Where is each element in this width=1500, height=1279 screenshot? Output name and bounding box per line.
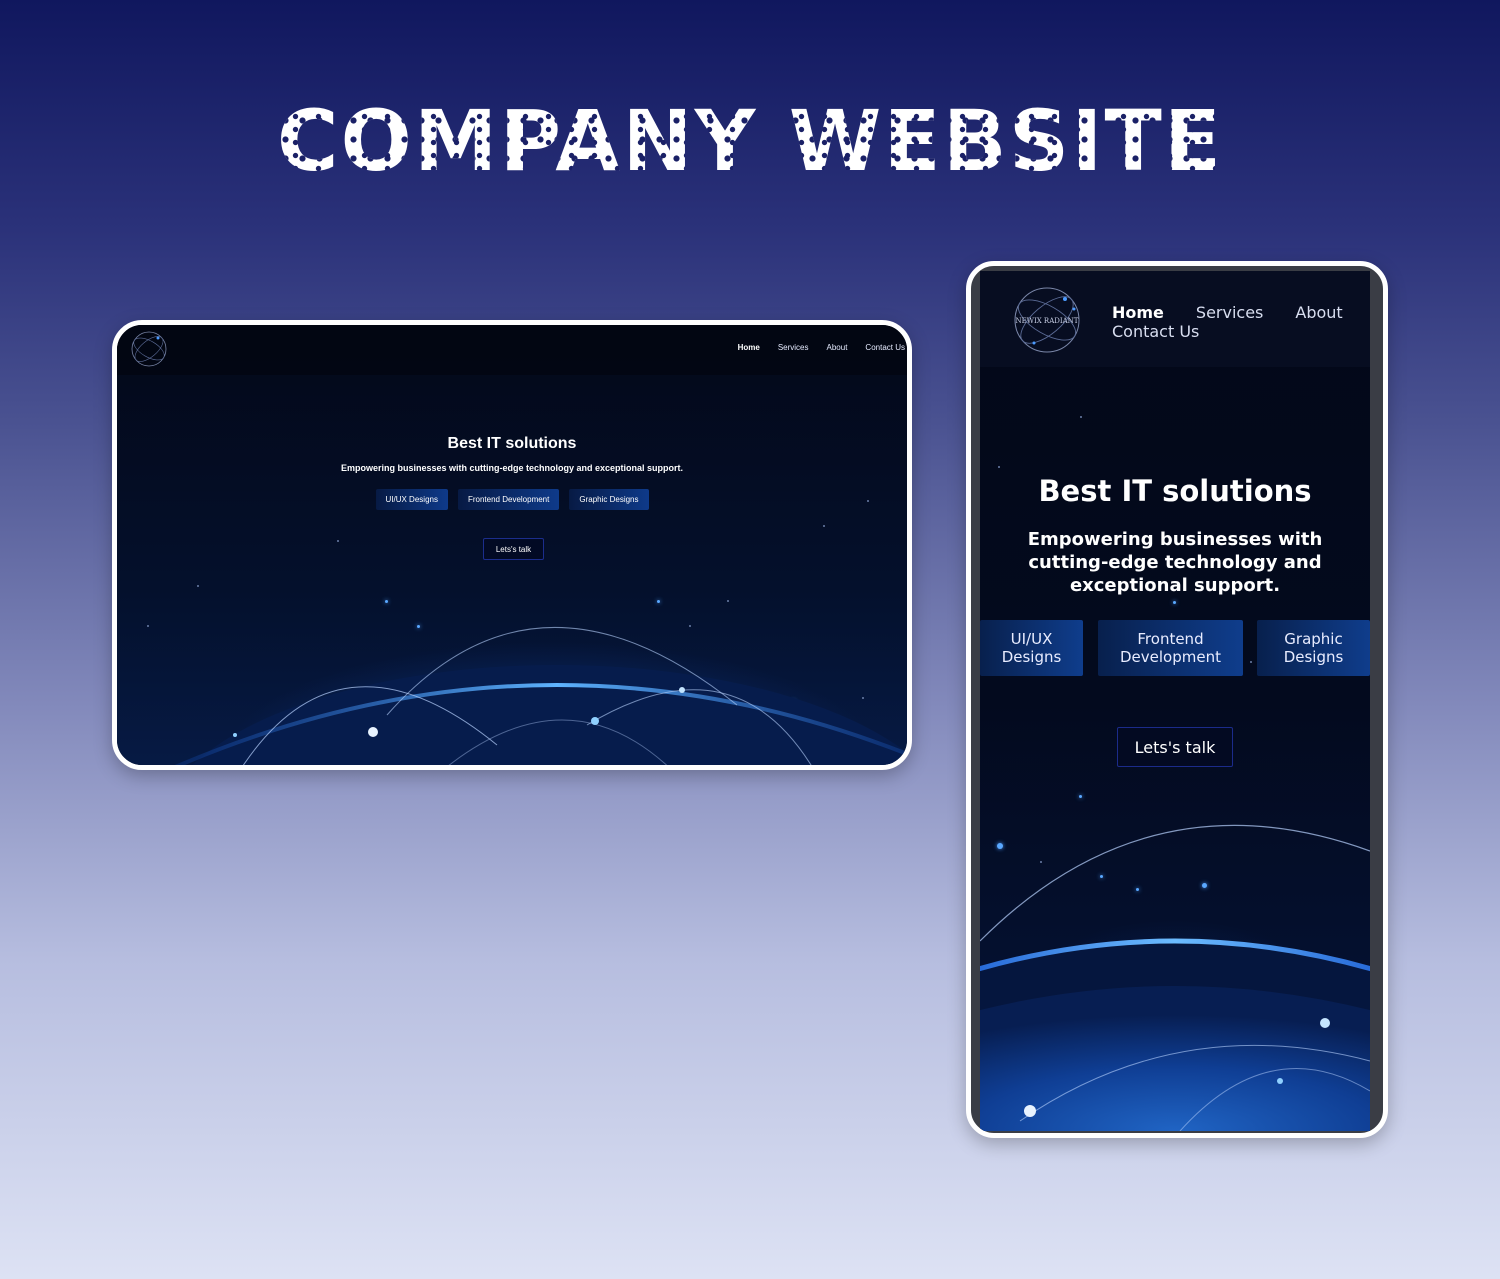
star	[823, 525, 825, 527]
page-title: COMPANY WEBSITE	[276, 92, 1224, 190]
star	[998, 466, 1000, 468]
nav-home[interactable]: Home	[738, 343, 760, 352]
hero-subtitle: Empowering businesses with cutting-edge …	[340, 463, 684, 473]
service-label: UI/UX Designs	[1001, 630, 1062, 666]
main-nav: Home Services About Contact Us	[738, 343, 905, 352]
star	[1250, 661, 1252, 663]
logo-icon[interactable]: NEWIX RADIANT	[1012, 285, 1082, 355]
site-header: Home Services About Contact Us	[117, 325, 907, 375]
mobile-screen: NEWIX RADIANT Home Services About Contac…	[980, 271, 1370, 1131]
nav-about[interactable]: About	[827, 343, 848, 352]
nav-about[interactable]: About	[1295, 303, 1342, 322]
nav-contact[interactable]: Contact Us	[1112, 322, 1199, 341]
service-button-graphic[interactable]: Graphic Designs	[1257, 620, 1370, 676]
hero-title: Best IT solutions	[1038, 474, 1312, 508]
earth-illustration	[174, 626, 907, 765]
service-button-frontend[interactable]: Frontend Development	[1098, 620, 1243, 676]
service-button-uiux[interactable]: UI/UX Designs	[375, 489, 448, 510]
main-nav-overflow: Contact Us	[1112, 322, 1199, 342]
main-nav: Home Services About	[1112, 303, 1343, 322]
lets-talk-button[interactable]: Lets's talk	[483, 538, 544, 560]
logo-icon[interactable]	[129, 329, 169, 369]
service-button-frontend[interactable]: Frontend Development	[457, 489, 560, 510]
service-button-graphic[interactable]: Graphic Designs	[569, 489, 649, 510]
service-button-uiux[interactable]: UI/UX Designs	[980, 620, 1083, 676]
nav-home[interactable]: Home	[1112, 303, 1164, 322]
desktop-mockup: Home Services About Contact Us Best IT s…	[112, 320, 912, 770]
service-buttons: UI/UX Designs Frontend Development Graph…	[117, 489, 907, 510]
nav-services[interactable]: Services	[1196, 303, 1263, 322]
service-label: Frontend Development	[1120, 630, 1221, 666]
site-header: NEWIX RADIANT Home Services About Contac…	[980, 271, 1370, 367]
lets-talk-button[interactable]: Lets's talk	[1117, 727, 1233, 767]
mobile-mockup: NEWIX RADIANT Home Services About Contac…	[966, 261, 1388, 1138]
nav-services[interactable]: Services	[778, 343, 809, 352]
nav-contact[interactable]: Contact Us	[865, 343, 905, 352]
svg-text:NEWIX RADIANT: NEWIX RADIANT	[1016, 317, 1079, 325]
star	[1173, 601, 1176, 604]
earth-illustration	[980, 824, 1370, 1131]
star	[1080, 416, 1082, 418]
star	[337, 540, 339, 542]
service-label: Graphic Designs	[1283, 630, 1344, 666]
hero-title: Best IT solutions	[447, 435, 577, 452]
hero-subtitle: Empowering businesses with cutting-edge …	[1027, 529, 1323, 596]
